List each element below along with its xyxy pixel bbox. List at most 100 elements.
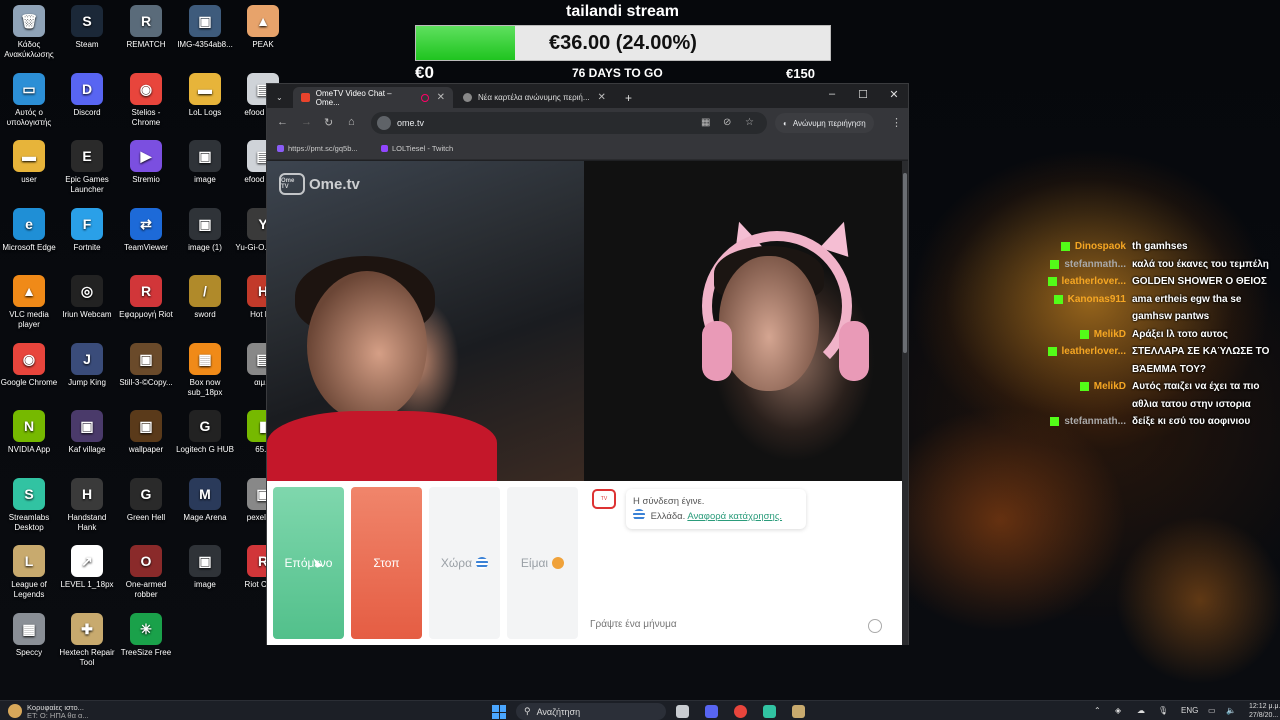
desktop-icon-label: image — [194, 175, 216, 184]
omnibox[interactable]: ome.tv ▦ ⊘ ☆ — [371, 112, 767, 134]
desktop-icon-label: Stelios - Chrome — [131, 107, 161, 127]
site-info-icon[interactable] — [377, 116, 391, 130]
new-tab-button[interactable]: + — [617, 87, 637, 108]
tab-incognito-new[interactable]: Νέα καρτέλα ανώνυμης περιή... ✕ — [455, 87, 615, 108]
desktop-icon[interactable]: ⇄ TeamViewer — [117, 207, 175, 253]
desktop-icon[interactable]: ↗ LEVEL 1_18px — [58, 545, 116, 590]
desktop-icon[interactable]: J Jump King — [58, 342, 116, 388]
translate-icon[interactable]: ▦ — [701, 117, 710, 128]
microphone-icon[interactable]: 🎙 — [1158, 706, 1168, 715]
stop-button[interactable]: Στοπ — [351, 487, 422, 639]
volume-icon[interactable]: 🔈 — [1226, 706, 1236, 715]
desktop-icon[interactable]: ▦ Box now sub_18px — [176, 342, 234, 398]
desktop-icon-label: League of Legends — [11, 580, 47, 599]
desktop-icon[interactable]: O One-armed robber — [117, 545, 175, 600]
desktop-icon[interactable]: ◉ Stelios - Chrome — [117, 72, 175, 128]
desktop-icon[interactable]: S Streamlabs Desktop — [0, 477, 58, 533]
desktop-icon[interactable]: ✳ TreeSize Free — [117, 612, 175, 658]
desktop-icon[interactable]: ▣ IMG-4354ab8... — [176, 5, 234, 50]
next-button[interactable]: Επόμενο — [273, 487, 344, 639]
bookmark-pmt[interactable]: https://pmt.sc/gq5b... — [277, 144, 358, 153]
desktop-icon[interactable]: ▭ Αυτός ο υπολογιστής — [0, 72, 58, 128]
desktop-icon[interactable]: ◉ Google Chrome — [0, 342, 58, 388]
desktop-icon[interactable]: ▣ image (1) — [176, 207, 234, 253]
search-label: Αναζήτηση — [536, 706, 581, 717]
face-emoji-icon — [552, 557, 565, 569]
desktop-icon[interactable]: ▣ image — [176, 140, 234, 185]
desktop-icon[interactable]: ▣ Still-3-©Copy... — [117, 342, 175, 388]
league-taskbar-icon[interactable] — [792, 705, 805, 718]
incognito-badge[interactable]: ◐ Ανώνυμη περιήγηση — [775, 113, 874, 133]
desktop-icon[interactable]: ▬ user — [0, 140, 58, 185]
close-window-button[interactable]: ✕ — [884, 88, 904, 101]
desktop-icon[interactable]: H Handstand Hank — [58, 477, 116, 533]
desktop-icon[interactable]: / sword — [176, 275, 234, 320]
desktop-icon[interactable]: G Logitech G HUB — [176, 410, 234, 455]
task-view-icon[interactable] — [676, 705, 689, 718]
streamlabs-taskbar-icon[interactable] — [763, 705, 776, 718]
maximize-button[interactable]: ☐ — [853, 88, 873, 101]
desktop-icon[interactable]: ▣ image — [176, 545, 234, 590]
desktop-icon[interactable]: 🗑 Κάδος Ανακύκλωσης — [0, 5, 58, 60]
desktop-icon[interactable]: M Mage Arena — [176, 477, 234, 523]
desktop-icon[interactable]: D Discord — [58, 72, 116, 118]
discord-taskbar-icon[interactable] — [705, 705, 718, 718]
home-icon[interactable]: ⌂ — [348, 116, 355, 128]
desktop-icon[interactable]: ▣ Kaf village — [58, 410, 116, 455]
clock[interactable]: 12:12 μ.μ. 27/8/20... — [1249, 702, 1280, 720]
desktop-icon-label: Google Chrome — [0, 377, 58, 387]
search-icon: ⚲ — [524, 706, 531, 716]
desktop-icon[interactable]: ▣ wallpaper — [117, 410, 175, 455]
desktop-icon[interactable]: ▲ PEAK — [234, 5, 292, 50]
menu-kebab-icon[interactable]: ⋮ — [891, 116, 902, 129]
desktop-icon-label: Iriun Webcam — [62, 310, 112, 319]
back-icon[interactable]: ← — [277, 116, 288, 128]
bookmark-twitch[interactable]: LOLTiesel - Twitch — [381, 144, 453, 153]
stream-title: tailandi stream — [566, 3, 679, 20]
forward-icon[interactable]: → — [301, 116, 312, 128]
desktop-icon[interactable]: ▬ LoL Logs — [176, 72, 234, 118]
tray-app-icon[interactable]: ◈ — [1115, 706, 1121, 715]
desktop-icon[interactable]: G Green Hell — [117, 477, 175, 523]
page-scrollbar[interactable] — [902, 161, 908, 645]
report-abuse-link[interactable]: Αναφορά κατάχρησης. — [687, 511, 782, 522]
taskbar-search[interactable]: ⚲ Αναζήτηση — [516, 703, 666, 720]
news-subline: ΕΤ: Ο: ΗΠΑ θα α... — [27, 711, 89, 720]
chat-message-input[interactable] — [590, 619, 892, 630]
desktop-icon[interactable]: R REMATCH — [117, 5, 175, 50]
desktop-icon-label: user — [21, 175, 37, 184]
close-tab-icon[interactable]: ✕ — [437, 92, 445, 103]
desktop-icon[interactable]: S Steam — [58, 5, 116, 50]
tab-ometv[interactable]: OmeTV Video Chat – Ome... ✕ — [293, 87, 453, 108]
reload-icon[interactable]: ↻ — [324, 116, 333, 129]
chrome-taskbar-icon[interactable] — [734, 705, 747, 718]
tab-search-button[interactable]: ⌄ — [271, 87, 291, 108]
desktop-icon[interactable]: ◎ Iriun Webcam — [58, 275, 116, 320]
desktop-icon[interactable]: E Epic Games Launcher — [58, 140, 116, 195]
chat-line: Kanonas911 ama ertheis egw tha se gamhsw … — [1030, 291, 1275, 326]
emoji-picker-icon[interactable] — [868, 619, 882, 633]
desktop-icon[interactable]: e Microsoft Edge — [0, 207, 58, 253]
country-button[interactable]: Χώρα — [429, 487, 500, 639]
scrollbar-thumb[interactable] — [903, 173, 907, 353]
desktop-icon[interactable]: L League of Legends — [0, 545, 58, 600]
close-tab-icon[interactable]: ✕ — [598, 92, 606, 103]
windows-start-icon[interactable] — [492, 705, 506, 719]
language-indicator[interactable]: ENG — [1181, 706, 1198, 715]
app-icon: ▣ — [71, 410, 103, 442]
desktop-icon[interactable]: ▶ Stremio — [117, 140, 175, 185]
desktop-icon[interactable]: F Fortnite — [58, 207, 116, 253]
eye-off-icon[interactable]: ⊘ — [723, 117, 731, 128]
cloud-icon[interactable]: ☁ — [1137, 706, 1145, 715]
desktop-icon[interactable]: R Εφαρμογή Riot — [117, 275, 175, 320]
news-widget[interactable]: Κορυφαίες ιστο... ΕΤ: Ο: ΗΠΑ θα α... — [8, 704, 89, 720]
desktop-icon[interactable]: ▲ VLC media player — [0, 275, 58, 330]
star-icon[interactable]: ☆ — [745, 117, 754, 128]
desktop-icon[interactable]: ▦ Speccy — [0, 612, 58, 658]
gender-button[interactable]: Είμαι — [507, 487, 578, 639]
desktop-icon[interactable]: ✚ Hextech Repair Tool — [58, 612, 116, 668]
minimize-button[interactable]: – — [822, 88, 842, 100]
desktop-icon[interactable]: N NVIDIA App — [0, 410, 58, 455]
network-icon[interactable]: ▭ — [1208, 706, 1216, 715]
tray-chevron-icon[interactable]: ⌃ — [1094, 706, 1101, 715]
